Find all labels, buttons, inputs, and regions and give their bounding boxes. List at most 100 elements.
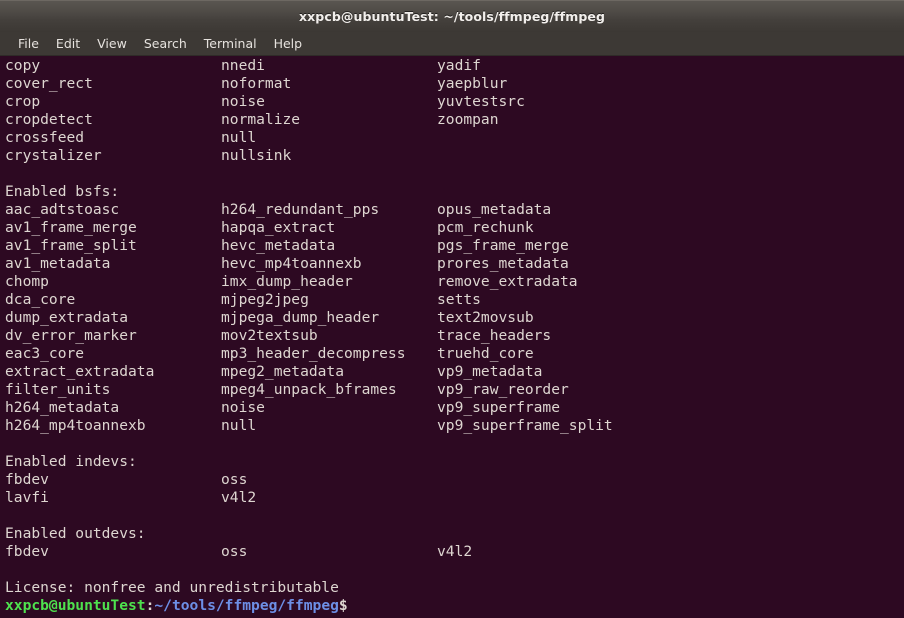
menu-item-help[interactable]: Help <box>266 35 311 53</box>
terminal-line-column-2: null <box>221 129 257 146</box>
terminal-line-column-3: prores_metadata <box>437 255 569 272</box>
terminal-line-column-2: noise <box>221 399 265 416</box>
terminal-line-column-1: License: nonfree and unredistributable <box>5 579 339 596</box>
terminal-line-column-1: fbdev <box>5 543 49 560</box>
terminal-line: lavfi v4l2 <box>5 489 904 507</box>
terminal-line-column-3: truehd_core <box>437 345 534 362</box>
terminal-line: dump_extradata mjpega_dump_header text2mov… <box>5 309 904 327</box>
terminal-line-column-2: v4l2 <box>221 489 257 506</box>
terminal-line: extract_extradata mpeg2_metadata vp9_metad… <box>5 363 904 381</box>
terminal-line: chomp imx_dump_header remove_extradata <box>5 273 904 291</box>
terminal-line-column-3: text2movsub <box>437 309 534 326</box>
terminal-line-column-3: pcm_rechunk <box>437 219 534 236</box>
terminal-line: fbdev oss v4l2 <box>5 543 904 561</box>
terminal-line-column-2: mp3_header_decompress <box>221 345 406 362</box>
terminal-cursor <box>348 598 357 614</box>
menu-item-file[interactable]: File <box>10 35 47 53</box>
terminal-line-column-1: crystalizer <box>5 147 102 164</box>
terminal-line: fbdev oss <box>5 471 904 489</box>
terminal-window: xxpcb@ubuntuTest: ~/tools/ffmpeg/ffmpeg … <box>0 0 904 618</box>
terminal-line-column-2: noise <box>221 93 265 110</box>
terminal-line-column-1: eac3_core <box>5 345 85 362</box>
terminal-line-column-1: cover_rect <box>5 75 93 92</box>
terminal-line-column-3: yadif <box>437 57 481 74</box>
terminal-line-column-1: av1_frame_split <box>5 237 137 254</box>
terminal-line: dca_core mjpeg2jpeg setts <box>5 291 904 309</box>
terminal-line: cropdetect normalize zoompan <box>5 111 904 129</box>
terminal-line-column-1: copy <box>5 57 41 74</box>
terminal-line-column-2: hevc_mp4toannexb <box>221 255 362 272</box>
terminal-line: Enabled bsfs: <box>5 183 904 201</box>
terminal-line: crop noise yuvtestsrc <box>5 93 904 111</box>
terminal-line-column-2: mpeg2_metadata <box>221 363 345 380</box>
terminal-line-column-2: mjpeg2jpeg <box>221 291 309 308</box>
terminal-line-column-2: oss <box>221 543 248 560</box>
terminal-line: License: nonfree and unredistributable <box>5 579 904 597</box>
terminal-line-column-1: av1_metadata <box>5 255 111 272</box>
terminal-line-column-2: nnedi <box>221 57 265 74</box>
terminal-line: crossfeed null <box>5 129 904 147</box>
terminal-line-column-2: hapqa_extract <box>221 219 336 236</box>
terminal-line-column-3: vp9_superframe_split <box>437 417 613 434</box>
terminal-line-column-1: crop <box>5 93 41 110</box>
menu-item-search[interactable]: Search <box>136 35 195 53</box>
terminal-line-column-3: pgs_frame_merge <box>437 237 569 254</box>
terminal-line: av1_frame_merge hapqa_extract pcm_rechunk <box>5 219 904 237</box>
terminal-line: aac_adtstoasc h264_redundant_pps opus_meta… <box>5 201 904 219</box>
terminal-line-column-1: fbdev <box>5 471 49 488</box>
terminal-line-column-1: extract_extradata <box>5 363 155 380</box>
terminal-line-column-2: h264_redundant_pps <box>221 201 380 218</box>
terminal-line-column-1: av1_frame_merge <box>5 219 137 236</box>
terminal-line-column-3: yaepblur <box>437 75 508 92</box>
terminal-line-column-3: yuvtestsrc <box>437 93 525 110</box>
window-title: xxpcb@ubuntuTest: ~/tools/ffmpeg/ffmpeg <box>298 9 606 24</box>
menu-item-edit[interactable]: Edit <box>48 35 88 53</box>
terminal-line-column-1: dump_extradata <box>5 309 129 326</box>
terminal-line-column-1: chomp <box>5 273 49 290</box>
window-titlebar[interactable]: xxpcb@ubuntuTest: ~/tools/ffmpeg/ffmpeg <box>0 0 904 32</box>
terminal-line: h264_metadata noise vp9_superframe <box>5 399 904 417</box>
terminal-scrollback: copy nnedi yadif cover_rect noformat yaepblur… <box>5 57 904 597</box>
terminal-line-column-2: hevc_metadata <box>221 237 336 254</box>
terminal-line-column-1: h264_mp4toannexb <box>5 417 146 434</box>
terminal-line: h264_mp4toannexb null vp9_superframe_split <box>5 417 904 435</box>
terminal-line-column-3: v4l2 <box>437 543 473 560</box>
terminal-line-column-3: opus_metadata <box>437 201 552 218</box>
terminal-line-column-3: trace_headers <box>437 327 552 344</box>
terminal-line: Enabled outdevs: <box>5 525 904 543</box>
terminal-line: av1_frame_split hevc_metadata pgs_frame_me… <box>5 237 904 255</box>
terminal-line-column-1: dca_core <box>5 291 76 308</box>
menubar: File Edit View Search Terminal Help <box>0 32 904 56</box>
terminal-line-column-2: mov2textsub <box>221 327 318 344</box>
terminal-line-column-1: h264_metadata <box>5 399 120 416</box>
terminal-line: crystalizer nullsink <box>5 147 904 165</box>
terminal-line-column-3: vp9_metadata <box>437 363 543 380</box>
terminal-line: cover_rect noformat yaepblur <box>5 75 904 93</box>
terminal-line-column-3: remove_extradata <box>437 273 578 290</box>
terminal-line-column-2: mpeg4_unpack_bframes <box>221 381 397 398</box>
terminal-line-column-2: oss <box>221 471 248 488</box>
terminal-line-column-2: imx_dump_header <box>221 273 353 290</box>
terminal-line-column-3: vp9_superframe <box>437 399 561 416</box>
terminal-line-column-3: vp9_raw_reorder <box>437 381 569 398</box>
terminal-line-column-1: filter_units <box>5 381 111 398</box>
terminal-line-column-1: aac_adtstoasc <box>5 201 120 218</box>
terminal-line-column-1: dv_error_marker <box>5 327 137 344</box>
terminal-line: av1_metadata hevc_mp4toannexb prores_metad… <box>5 255 904 273</box>
menu-item-terminal[interactable]: Terminal <box>196 35 265 53</box>
terminal-line-column-2: noformat <box>221 75 292 92</box>
terminal-line: eac3_core mp3_header_decompress truehd_cor… <box>5 345 904 363</box>
terminal-line-column-2: null <box>221 417 257 434</box>
menu-item-view[interactable]: View <box>89 35 135 53</box>
terminal-line-column-2: nullsink <box>221 147 292 164</box>
prompt-symbol: $ <box>338 597 348 614</box>
terminal-line-column-1: crossfeed <box>5 129 85 146</box>
terminal-line: filter_units mpeg4_unpack_bframes vp9_raw_… <box>5 381 904 399</box>
terminal-line-column-2: mjpega_dump_header <box>221 309 380 326</box>
terminal-line-column-3: zoompan <box>437 111 499 128</box>
prompt-path: ~/tools/ffmpeg/ffmpeg <box>154 597 339 614</box>
terminal-output-area[interactable]: copy nnedi yadif cover_rect noformat yaepblur… <box>0 56 904 618</box>
